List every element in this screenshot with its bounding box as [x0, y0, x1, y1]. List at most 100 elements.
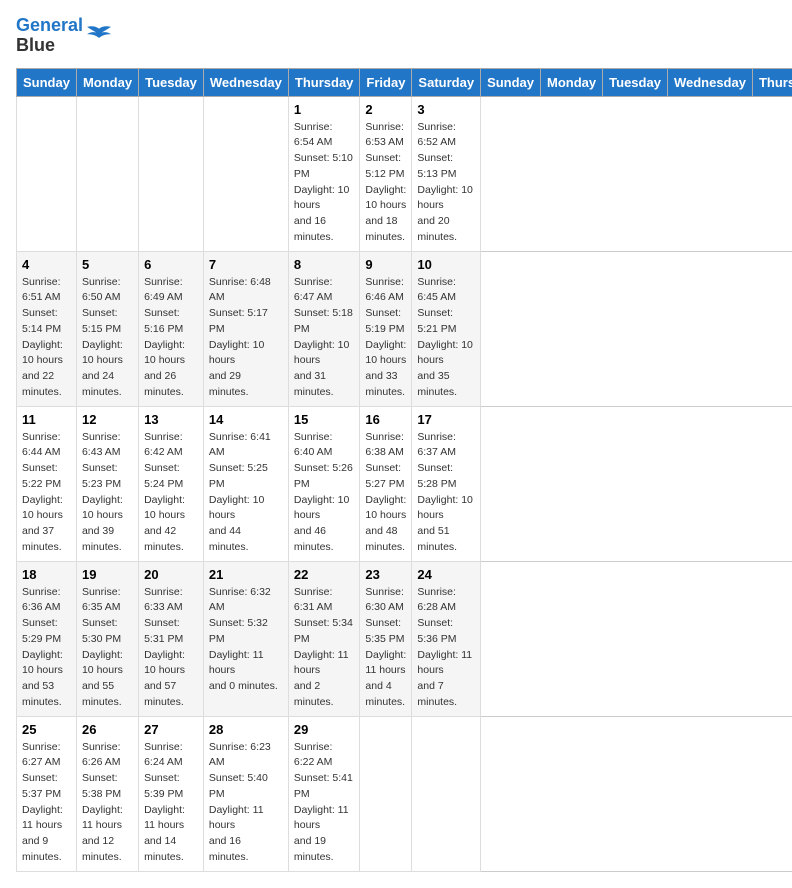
calendar-cell: 2 Sunrise: 6:53 AM Sunset: 5:12 PM Daylig…	[360, 96, 412, 251]
calendar-cell: 24Sunrise: 6:28 AM Sunset: 5:36 PM Dayli…	[412, 561, 481, 716]
day-number: 10	[417, 257, 475, 272]
day-number: 7	[209, 257, 283, 272]
day-number: 3	[417, 102, 475, 117]
calendar-cell: 16 Sunrise: 6:38 AM Sunset: 5:27 PM Dayli…	[360, 406, 412, 561]
calendar-cell: 19Sunrise: 6:35 AM Sunset: 5:30 PM Dayli…	[76, 561, 138, 716]
day-info: Sunrise: 6:38 AM Sunset: 5:27 PM Dayligh…	[365, 430, 406, 556]
header-tuesday: Tuesday	[139, 68, 204, 96]
day-info: Sunrise: 6:43 AM Sunset: 5:23 PM Dayligh…	[82, 430, 133, 556]
day-number: 16	[365, 412, 406, 427]
day-info: Sunrise: 6:24 AM Sunset: 5:39 PM Dayligh…	[144, 740, 198, 866]
day-number: 2	[365, 102, 406, 117]
calendar-cell: 23Sunrise: 6:30 AM Sunset: 5:35 PM Dayli…	[360, 561, 412, 716]
calendar-cell	[360, 716, 412, 871]
day-number: 17	[417, 412, 475, 427]
day-number: 22	[294, 567, 355, 582]
day-info: Sunrise: 6:32 AM Sunset: 5:32 PM Dayligh…	[209, 585, 283, 695]
col-header-wednesday: Wednesday	[667, 68, 752, 96]
calendar-cell: 12 Sunrise: 6:43 AM Sunset: 5:23 PM Dayli…	[76, 406, 138, 561]
col-header-sunday: Sunday	[481, 68, 541, 96]
logo-bird-icon	[85, 25, 113, 47]
day-info: Sunrise: 6:28 AM Sunset: 5:36 PM Dayligh…	[417, 585, 475, 711]
day-number: 12	[82, 412, 133, 427]
calendar-cell: 4 Sunrise: 6:51 AM Sunset: 5:14 PM Daylig…	[17, 251, 77, 406]
calendar-cell: 25 Sunrise: 6:27 AM Sunset: 5:37 PM Dayli…	[17, 716, 77, 871]
week-row-2: 4 Sunrise: 6:51 AM Sunset: 5:14 PM Daylig…	[17, 251, 792, 406]
day-info: Sunrise: 6:51 AM Sunset: 5:14 PM Dayligh…	[22, 275, 71, 401]
day-info: Sunrise: 6:53 AM Sunset: 5:12 PM Dayligh…	[365, 120, 406, 246]
day-info: Sunrise: 6:54 AM Sunset: 5:10 PM Dayligh…	[294, 120, 355, 246]
calendar-cell: 10 Sunrise: 6:45 AM Sunset: 5:21 PM Dayli…	[412, 251, 481, 406]
day-number: 20	[144, 567, 198, 582]
page-header: GeneralBlue	[16, 16, 776, 56]
day-number: 18	[22, 567, 71, 582]
calendar-cell: 9Sunrise: 6:46 AM Sunset: 5:19 PM Daylig…	[360, 251, 412, 406]
day-number: 25	[22, 722, 71, 737]
col-header-tuesday: Tuesday	[603, 68, 668, 96]
calendar-cell: 1 Sunrise: 6:54 AM Sunset: 5:10 PM Daylig…	[288, 96, 360, 251]
calendar-cell: 8 Sunrise: 6:47 AM Sunset: 5:18 PM Daylig…	[288, 251, 360, 406]
day-info: Sunrise: 6:23 AM Sunset: 5:40 PM Dayligh…	[209, 740, 283, 866]
week-row-5: 25 Sunrise: 6:27 AM Sunset: 5:37 PM Dayli…	[17, 716, 792, 871]
calendar-cell: 21 Sunrise: 6:32 AM Sunset: 5:32 PM Dayli…	[203, 561, 288, 716]
calendar-cell	[76, 96, 138, 251]
calendar-cell: 3 Sunrise: 6:52 AM Sunset: 5:13 PM Daylig…	[412, 96, 481, 251]
day-number: 8	[294, 257, 355, 272]
day-number: 5	[82, 257, 133, 272]
day-number: 29	[294, 722, 355, 737]
day-number: 13	[144, 412, 198, 427]
calendar-cell: 20 Sunrise: 6:33 AM Sunset: 5:31 PM Dayli…	[139, 561, 204, 716]
day-info: Sunrise: 6:42 AM Sunset: 5:24 PM Dayligh…	[144, 430, 198, 556]
calendar-cell: 18 Sunrise: 6:36 AM Sunset: 5:29 PM Dayli…	[17, 561, 77, 716]
col-header-monday: Monday	[541, 68, 603, 96]
day-info: Sunrise: 6:33 AM Sunset: 5:31 PM Dayligh…	[144, 585, 198, 711]
day-info: Sunrise: 6:47 AM Sunset: 5:18 PM Dayligh…	[294, 275, 355, 401]
calendar-cell: 26 Sunrise: 6:26 AM Sunset: 5:38 PM Dayli…	[76, 716, 138, 871]
calendar-cell	[203, 96, 288, 251]
header-thursday: Thursday	[288, 68, 360, 96]
calendar-cell: 13 Sunrise: 6:42 AM Sunset: 5:24 PM Dayli…	[139, 406, 204, 561]
day-info: Sunrise: 6:27 AM Sunset: 5:37 PM Dayligh…	[22, 740, 71, 866]
day-info: Sunrise: 6:48 AM Sunset: 5:17 PM Dayligh…	[209, 275, 283, 401]
day-info: Sunrise: 6:26 AM Sunset: 5:38 PM Dayligh…	[82, 740, 133, 866]
calendar-cell	[17, 96, 77, 251]
week-row-3: 11Sunrise: 6:44 AM Sunset: 5:22 PM Dayli…	[17, 406, 792, 561]
calendar-cell	[412, 716, 481, 871]
day-info: Sunrise: 6:45 AM Sunset: 5:21 PM Dayligh…	[417, 275, 475, 401]
day-info: Sunrise: 6:50 AM Sunset: 5:15 PM Dayligh…	[82, 275, 133, 401]
calendar-cell: 28Sunrise: 6:23 AM Sunset: 5:40 PM Dayli…	[203, 716, 288, 871]
calendar-cell: 5 Sunrise: 6:50 AM Sunset: 5:15 PM Daylig…	[76, 251, 138, 406]
day-info: Sunrise: 6:41 AM Sunset: 5:25 PM Dayligh…	[209, 430, 283, 556]
day-info: Sunrise: 6:31 AM Sunset: 5:34 PM Dayligh…	[294, 585, 355, 711]
calendar-cell: 7 Sunrise: 6:48 AM Sunset: 5:17 PM Daylig…	[203, 251, 288, 406]
calendar-cell: 17 Sunrise: 6:37 AM Sunset: 5:28 PM Dayli…	[412, 406, 481, 561]
calendar-table: SundayMondayTuesdayWednesdayThursdayFrid…	[16, 68, 792, 872]
day-info: Sunrise: 6:35 AM Sunset: 5:30 PM Dayligh…	[82, 585, 133, 711]
calendar-cell: 6Sunrise: 6:49 AM Sunset: 5:16 PM Daylig…	[139, 251, 204, 406]
day-number: 4	[22, 257, 71, 272]
day-info: Sunrise: 6:37 AM Sunset: 5:28 PM Dayligh…	[417, 430, 475, 556]
header-saturday: Saturday	[412, 68, 481, 96]
calendar-cell: 27Sunrise: 6:24 AM Sunset: 5:39 PM Dayli…	[139, 716, 204, 871]
day-number: 11	[22, 412, 71, 427]
day-number: 14	[209, 412, 283, 427]
logo: GeneralBlue	[16, 16, 113, 56]
day-info: Sunrise: 6:49 AM Sunset: 5:16 PM Dayligh…	[144, 275, 198, 401]
day-number: 26	[82, 722, 133, 737]
day-number: 15	[294, 412, 355, 427]
calendar-cell	[139, 96, 204, 251]
day-number: 23	[365, 567, 406, 582]
header-sunday: Sunday	[17, 68, 77, 96]
day-info: Sunrise: 6:46 AM Sunset: 5:19 PM Dayligh…	[365, 275, 406, 401]
day-info: Sunrise: 6:36 AM Sunset: 5:29 PM Dayligh…	[22, 585, 71, 711]
logo-text: GeneralBlue	[16, 16, 83, 56]
header-monday: Monday	[76, 68, 138, 96]
col-header-thursday: Thursday	[752, 68, 792, 96]
day-number: 1	[294, 102, 355, 117]
header-friday: Friday	[360, 68, 412, 96]
header-wednesday: Wednesday	[203, 68, 288, 96]
day-info: Sunrise: 6:52 AM Sunset: 5:13 PM Dayligh…	[417, 120, 475, 246]
day-info: Sunrise: 6:22 AM Sunset: 5:41 PM Dayligh…	[294, 740, 355, 866]
day-number: 21	[209, 567, 283, 582]
week-row-1: 1 Sunrise: 6:54 AM Sunset: 5:10 PM Daylig…	[17, 96, 792, 251]
